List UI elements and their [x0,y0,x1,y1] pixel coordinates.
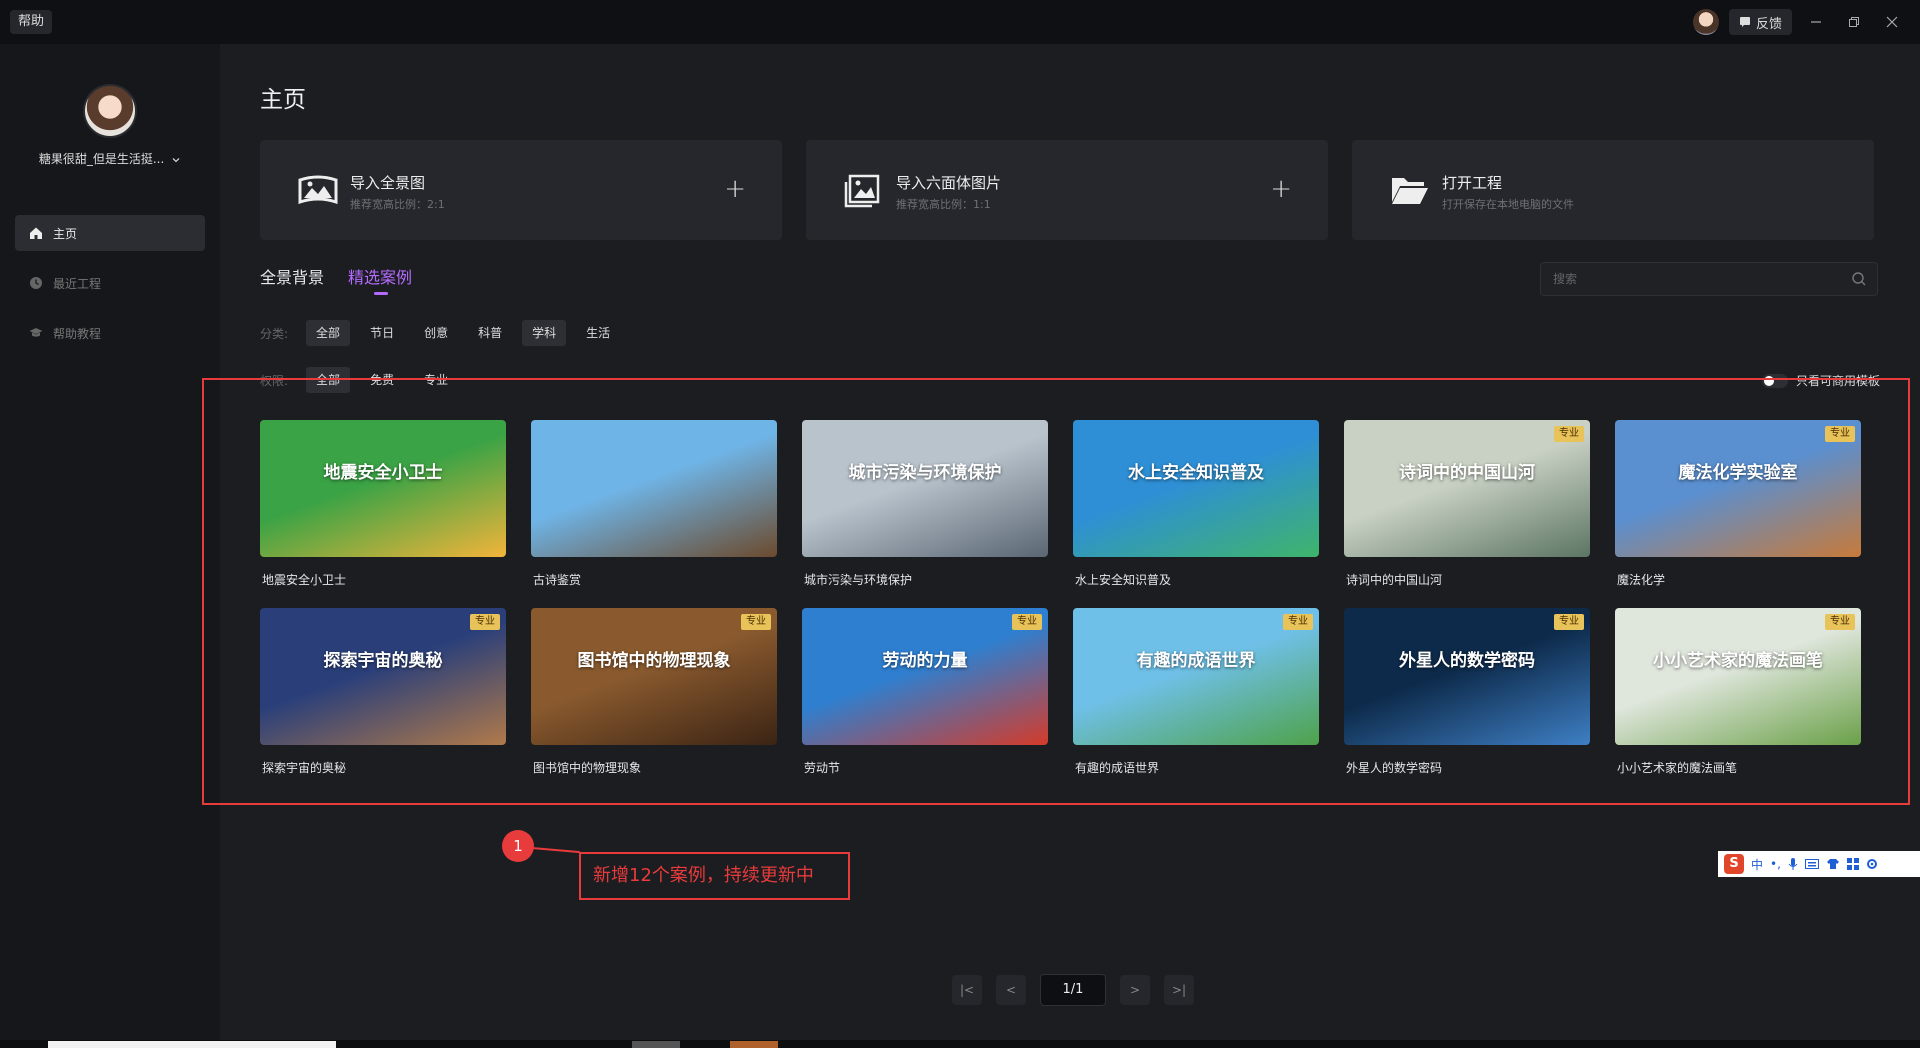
pagination: |< < 1/1 > >| [952,974,1194,1006]
taskbar-app[interactable] [48,1041,336,1048]
tab-panorama-background[interactable]: 全景背景 [260,264,324,288]
search-icon[interactable] [1851,271,1867,287]
category-chip-creative[interactable]: 创意 [414,320,458,346]
ime-punctuation[interactable]: •, [1770,857,1781,871]
first-page-button[interactable]: |< [952,975,982,1005]
content-tabs: 全景背景 精选案例 [260,264,412,295]
search-input[interactable] [1541,263,1877,295]
import-cube-images-card[interactable]: 导入六面体图片 推荐宽高比例：1:1 + [806,140,1328,240]
user-avatar[interactable] [83,84,137,138]
page-title: 主页 [260,87,306,113]
skin-shirt-icon[interactable] [1826,858,1840,870]
category-chip-festival[interactable]: 节日 [360,320,404,346]
sidebar-item-tutorial[interactable]: 帮助教程 [15,315,205,351]
help-button[interactable]: 帮助 [10,10,53,34]
minimize-icon [1811,21,1821,23]
highlight-frame [202,378,1910,805]
plus-icon: + [724,174,746,204]
feedback-label: 反馈 [1755,16,1782,32]
card-title: 导入全景图 [350,174,426,192]
filter-label: 分类: [260,326,289,341]
home-icon [30,227,42,239]
microphone-icon[interactable] [1788,857,1798,871]
annotation-connector [531,847,580,854]
settings-icon[interactable] [1866,858,1878,870]
plus-icon: + [1270,174,1292,204]
annotation-number: 1 [502,830,534,862]
sidebar-item-home[interactable]: 主页 [15,215,205,251]
category-filter: 分类: 全部 节日 创意 科普 学科 生活 [260,320,620,346]
category-chip-life[interactable]: 生活 [576,320,620,346]
last-page-button[interactable]: >| [1164,975,1194,1005]
category-chip-all[interactable]: 全部 [306,320,351,346]
chevron-down-icon [172,157,180,162]
sogou-logo-icon[interactable]: S [1724,854,1744,874]
user-avatar-small[interactable] [1692,9,1719,35]
taskbar-app[interactable] [632,1041,680,1048]
feedback-button[interactable]: 反馈 [1728,9,1792,35]
keyboard-icon[interactable] [1804,859,1819,869]
close-button[interactable] [1878,9,1906,35]
category-chip-subject[interactable]: 学科 [522,320,567,346]
close-icon [1886,16,1898,28]
sidebar-item-label: 帮助教程 [53,326,102,341]
tab-featured-cases[interactable]: 精选案例 [348,264,412,295]
sidebar-item-label: 最近工程 [53,276,102,291]
title-bar-right: 反馈 [1692,0,1906,44]
ime-toolbar: S 中 •, [1718,851,1920,877]
panorama-icon [298,175,338,205]
import-cards: 导入全景图 推荐宽高比例：2:1 + 导入六面体图片 推荐宽高比例：1:1 + … [260,140,1874,240]
message-icon [1739,17,1750,27]
annotation-callout: 新增12个案例，持续更新中 [579,852,850,900]
card-title: 打开工程 [1442,174,1503,192]
toolbox-grid-icon[interactable] [1846,858,1859,870]
sidebar-item-recent[interactable]: 最近工程 [15,265,205,301]
search-box [1540,262,1878,296]
username[interactable]: 糖果很甜_但是生活挺... [0,150,220,167]
folder-open-icon [1392,178,1428,204]
image-icon [844,174,880,208]
card-title: 导入六面体图片 [896,174,1002,192]
ime-language[interactable]: 中 [1751,856,1763,873]
minimize-button[interactable] [1802,9,1830,35]
username-label: 糖果很甜_但是生活挺... [38,152,165,166]
category-chip-science[interactable]: 科普 [468,320,512,346]
card-subtitle: 推荐宽高比例：2:1 [350,198,445,211]
card-subtitle: 推荐宽高比例：1:1 [896,198,991,211]
restore-button[interactable] [1840,9,1868,35]
sidebar: 糖果很甜_但是生活挺... 主页 最近工程 帮助教程 [0,44,220,1040]
title-bar: 帮助 反馈 [0,0,1920,44]
restore-icon [1849,17,1859,27]
current-page[interactable]: 1/1 [1040,974,1106,1006]
sidebar-nav: 主页 最近工程 帮助教程 [15,215,205,365]
open-project-card[interactable]: 打开工程 打开保存在本地电脑的文件 [1352,140,1874,240]
clock-icon [30,277,42,289]
taskbar-app[interactable] [730,1041,778,1048]
graduation-cap-icon [29,328,43,337]
next-page-button[interactable]: > [1120,975,1150,1005]
sidebar-item-label: 主页 [53,226,78,241]
import-panorama-card[interactable]: 导入全景图 推荐宽高比例：2:1 + [260,140,782,240]
prev-page-button[interactable]: < [996,975,1026,1005]
card-subtitle: 打开保存在本地电脑的文件 [1442,198,1574,211]
